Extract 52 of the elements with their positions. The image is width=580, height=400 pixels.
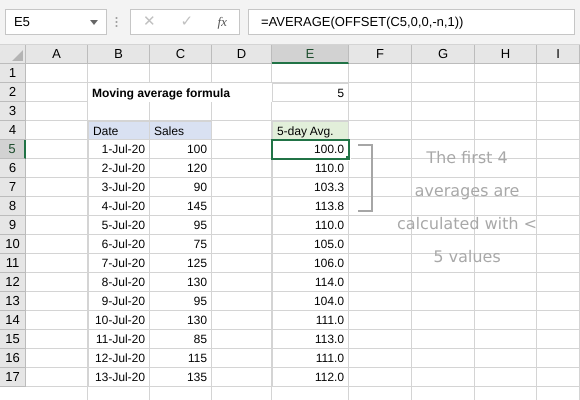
column-header[interactable]: A <box>26 45 88 64</box>
column-heading: Sales <box>150 121 212 140</box>
row-header[interactable]: 16 <box>0 349 26 368</box>
row-header[interactable]: 11 <box>0 254 26 273</box>
table-cell: 95 <box>150 216 212 235</box>
column-heading: Date <box>88 121 150 140</box>
row-header[interactable]: 7 <box>0 178 26 197</box>
column-header[interactable]: F <box>349 45 412 64</box>
table-cell: 120 <box>150 159 212 178</box>
row-header[interactable]: 6 <box>0 159 26 178</box>
dropdown-icon <box>90 20 98 24</box>
select-all-icon <box>12 50 23 61</box>
insert-function-button[interactable]: fx <box>218 12 227 32</box>
table-cell: 75 <box>150 235 212 254</box>
table-cell: 100 <box>150 140 212 159</box>
bracket-drawing <box>358 144 374 212</box>
table-cell: 115 <box>150 349 212 368</box>
row-header[interactable]: 10 <box>0 235 26 254</box>
table-cell: 135 <box>150 368 212 387</box>
table-cell: 130 <box>150 273 212 292</box>
drag-handle-icon <box>115 16 118 28</box>
name-box[interactable]: E5 <box>5 9 107 35</box>
row-header[interactable]: 15 <box>0 330 26 349</box>
table-cell: 130 <box>150 311 212 330</box>
column-header[interactable]: C <box>150 45 212 64</box>
row-header[interactable]: 12 <box>0 273 26 292</box>
row-header[interactable]: 4 <box>0 121 26 140</box>
row-header[interactable]: 9 <box>0 216 26 235</box>
formula-field[interactable]: =AVERAGE(OFFSET(C5,0,0,-n,1)) <box>248 9 575 35</box>
column-header[interactable]: H <box>475 45 537 64</box>
column-header[interactable]: E <box>272 45 349 64</box>
input-value-cell: 5 <box>272 83 349 102</box>
table-cell: 90 <box>150 178 212 197</box>
row-header[interactable]: 1 <box>0 64 26 83</box>
column-heading: 5-day Avg. <box>272 121 349 140</box>
sheet-title: Moving average formula <box>88 83 272 102</box>
table-cell: 145 <box>150 197 212 216</box>
table-cell: 95 <box>150 292 212 311</box>
row-header[interactable]: 8 <box>0 197 26 216</box>
row-header[interactable]: 3 <box>0 102 26 121</box>
row-header[interactable]: 13 <box>0 292 26 311</box>
row-header[interactable]: 17 <box>0 368 26 387</box>
column-header[interactable]: I <box>537 45 580 64</box>
row-header[interactable]: 14 <box>0 311 26 330</box>
table-cell: 100.0 <box>272 140 349 159</box>
table-cell: 125 <box>150 254 212 273</box>
column-header[interactable]: B <box>88 45 150 64</box>
row-header[interactable]: 2 <box>0 83 26 102</box>
column-header[interactable]: G <box>412 45 475 64</box>
row-header[interactable]: 5 <box>0 140 26 159</box>
table-cell: 85 <box>150 330 212 349</box>
annotation-text: The first 4 averages are calculated with < 5 values <box>396 147 538 268</box>
